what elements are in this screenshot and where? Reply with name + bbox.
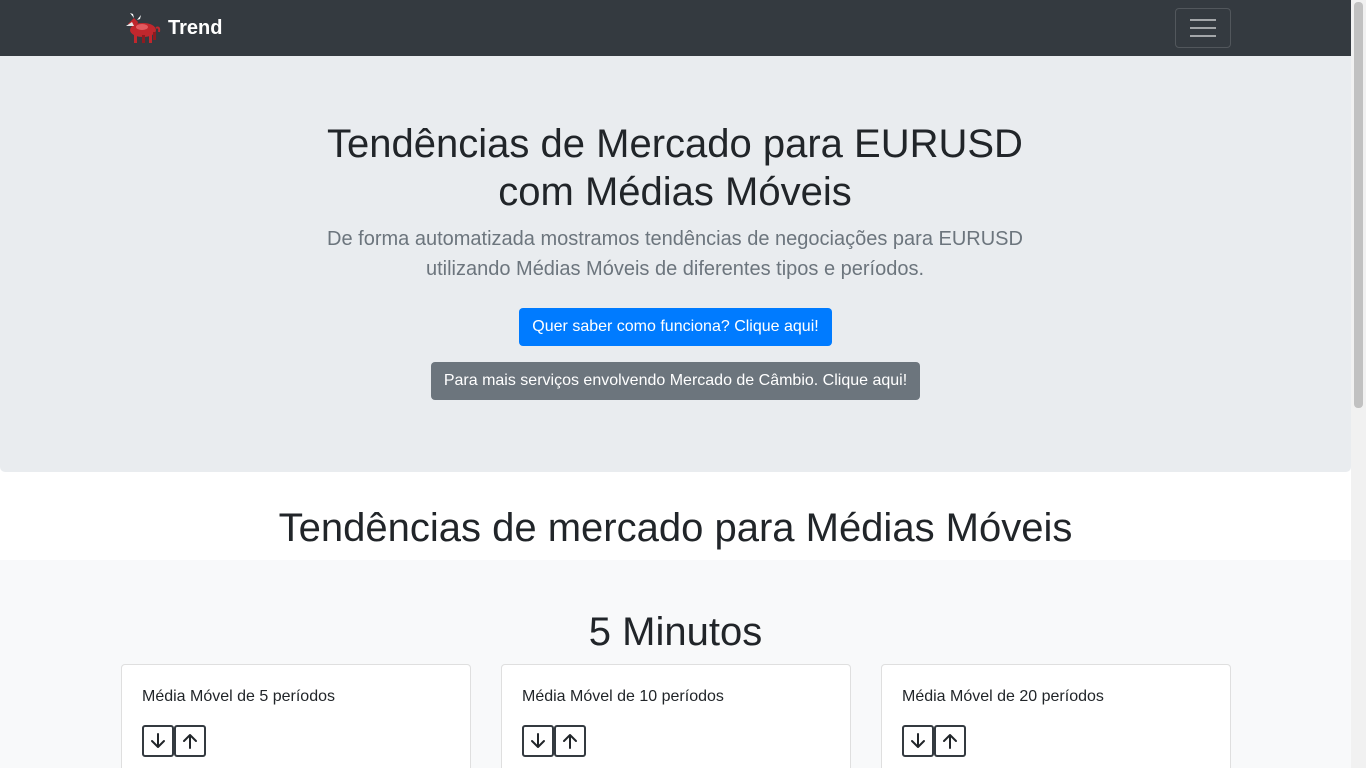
timeframe-title: 5 Minutos <box>588 610 763 654</box>
vertical-scrollbar[interactable] <box>1351 0 1366 768</box>
moving-average-card: Média Móvel de 5 períodos <box>121 664 471 768</box>
navbar-toggle-button[interactable] <box>1175 8 1231 48</box>
hero-jumbotron: Tendências de Mercado para EURUSD com Mé… <box>0 56 1351 472</box>
timeframe-section: 5 Minutos Média Móvel de 5 períodos Médi… <box>0 560 1351 768</box>
moving-average-card: Média Móvel de 10 períodos <box>501 664 851 768</box>
brand-link[interactable]: Trend <box>122 10 222 46</box>
arrow-down-icon <box>151 733 165 748</box>
hero-lead: De forma automatizada mostramos tendênci… <box>327 228 1023 280</box>
trend-up-button[interactable] <box>554 725 586 757</box>
trend-up-button[interactable] <box>174 725 206 757</box>
trend-down-button[interactable] <box>522 725 554 757</box>
arrow-up-icon <box>943 734 957 749</box>
bull-icon <box>126 13 161 43</box>
arrow-up-icon <box>563 734 577 749</box>
page: Trend Tendências de Mercado para EURUSD … <box>0 0 1351 768</box>
hamburger-menu-icon <box>1190 19 1216 37</box>
card-title: Média Móvel de 5 períodos <box>142 688 335 705</box>
hero-title: Tendências de Mercado para EURUSD com Mé… <box>327 122 1023 214</box>
scrollbar-thumb[interactable] <box>1354 2 1363 408</box>
card-title: Média Móvel de 10 períodos <box>522 688 724 705</box>
card-title: Média Móvel de 20 períodos <box>902 688 1104 705</box>
trend-down-button[interactable] <box>142 725 174 757</box>
arrow-up-icon <box>183 734 197 749</box>
section-title: Tendências de mercado para Médias Móveis <box>278 506 1073 550</box>
arrow-down-icon <box>911 733 925 748</box>
arrow-down-icon <box>531 733 545 748</box>
brand-name: Trend <box>168 16 223 39</box>
trend-down-button[interactable] <box>902 725 934 757</box>
navbar: Trend <box>0 0 1351 56</box>
trend-up-button[interactable] <box>934 725 966 757</box>
how-it-works-button[interactable]: Quer saber como funciona? Clique aqui! <box>519 308 832 346</box>
more-services-button[interactable]: Para mais serviços envolvendo Mercado de… <box>431 362 920 400</box>
moving-average-card: Média Móvel de 20 períodos <box>881 664 1231 768</box>
